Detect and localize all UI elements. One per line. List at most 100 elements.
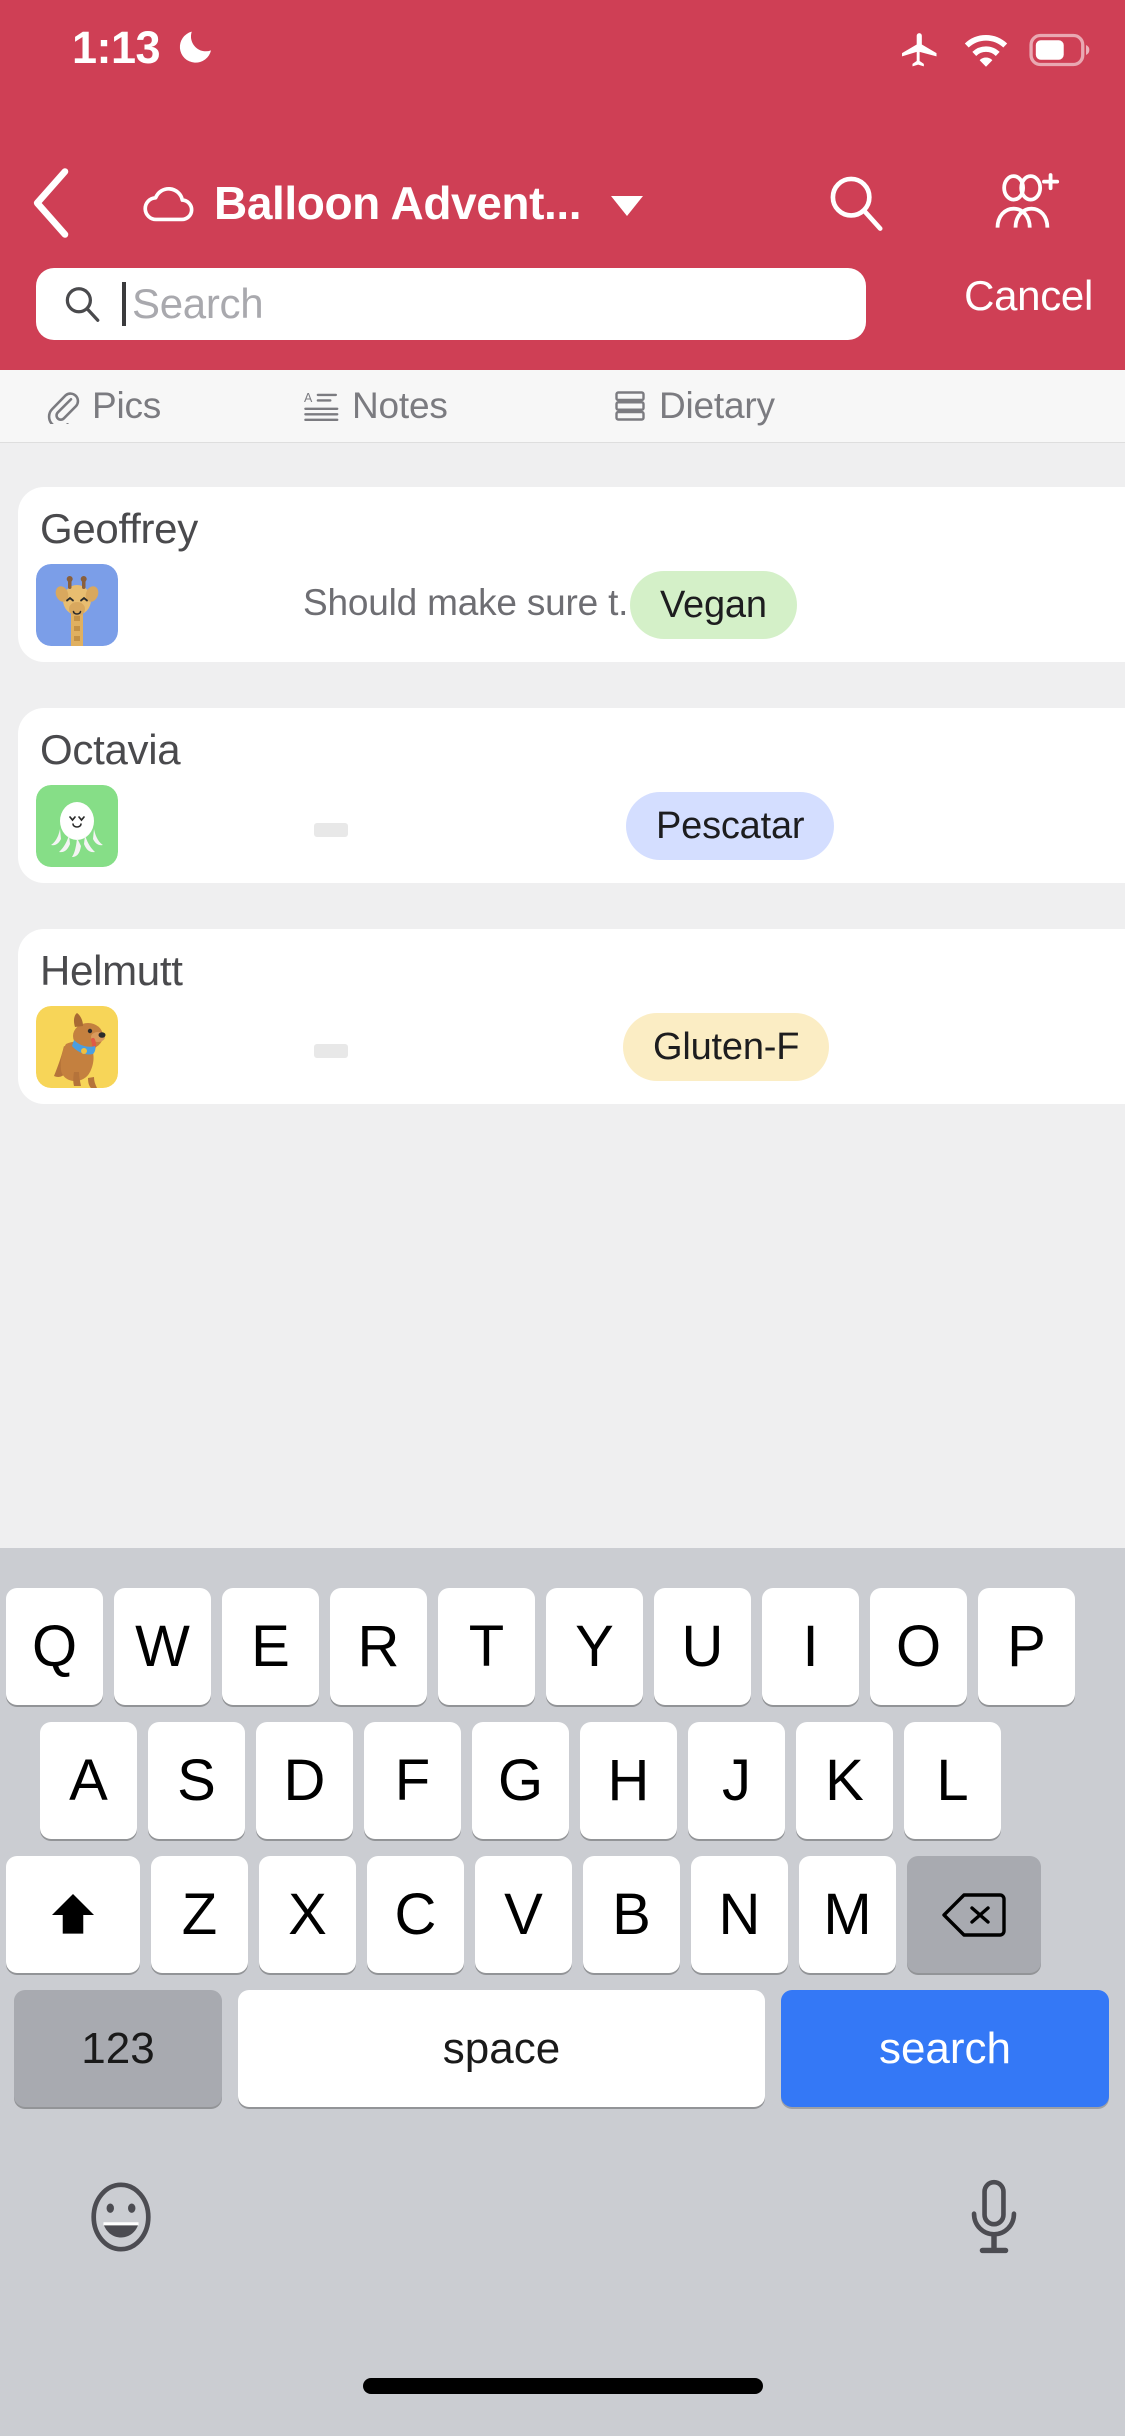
- shift-up-arrow-icon: [52, 1893, 94, 1934]
- status-badge: Pescatar: [626, 792, 835, 860]
- paperclip-icon: [47, 392, 80, 424]
- keyboard-row-1: Q W E R T Y U I O P: [6, 1588, 1125, 1705]
- airplane-mode-icon: [902, 33, 937, 67]
- app-screen: 1:13 Balloon Advent... Search Cancel Pic…: [0, 0, 1125, 2436]
- chevron-left-icon: [33, 168, 69, 238]
- search-bar-row: Search Cancel: [0, 268, 1125, 348]
- key-e[interactable]: E: [222, 1588, 319, 1705]
- group-title-button[interactable]: Balloon Advent...: [140, 165, 644, 241]
- guest-name: Helmutt: [40, 947, 183, 994]
- search-placeholder: Search: [132, 280, 264, 327]
- key-j[interactable]: J: [688, 1722, 785, 1839]
- svg-text:A: A: [304, 391, 313, 405]
- battery-icon: [1029, 33, 1090, 67]
- key-p[interactable]: P: [978, 1588, 1075, 1705]
- key-v[interactable]: V: [475, 1856, 572, 1973]
- avatar: [36, 785, 118, 867]
- avatar: [36, 564, 118, 646]
- key-a[interactable]: A: [40, 1722, 137, 1839]
- tab-dietary[interactable]: Dietary: [613, 385, 775, 427]
- tab-label: Pics: [92, 385, 162, 426]
- key-y[interactable]: Y: [546, 1588, 643, 1705]
- tab-label: Notes: [352, 385, 448, 426]
- key-w[interactable]: W: [114, 1588, 211, 1705]
- octopus-avatar: [36, 785, 118, 867]
- tab-label: Dietary: [659, 385, 775, 426]
- search-icon: [830, 176, 883, 231]
- status-badge: Vegan: [630, 571, 797, 639]
- cancel-button[interactable]: Cancel: [964, 272, 1093, 320]
- key-q[interactable]: Q: [6, 1588, 103, 1705]
- avatar: [36, 1006, 118, 1088]
- giraffe-avatar: [36, 564, 118, 646]
- emoji-smiley-icon: [91, 2182, 151, 2252]
- text-lines-icon: A: [304, 391, 339, 422]
- guest-name: Octavia: [40, 726, 181, 773]
- key-i[interactable]: I: [762, 1588, 859, 1705]
- dog-avatar: [36, 1006, 118, 1088]
- search-input[interactable]: Search: [36, 268, 866, 340]
- key-d[interactable]: D: [256, 1722, 353, 1839]
- guest-note: Should make sure t...: [303, 582, 649, 623]
- shift-key[interactable]: [6, 1856, 140, 1973]
- numbers-key[interactable]: 123: [14, 1990, 222, 2107]
- table-row[interactable]: Helmutt Gluten-F: [18, 929, 1125, 1104]
- status-bar-indicators: [897, 28, 1091, 72]
- keyboard-bottom-bar: [0, 2158, 1125, 2328]
- table-row[interactable]: Geoffrey Should make sure t... Vegan: [18, 487, 1125, 662]
- keyboard-row-2: A S D F G H J K L: [40, 1722, 1125, 1839]
- key-s[interactable]: S: [148, 1722, 245, 1839]
- search-icon: [65, 287, 100, 322]
- key-h[interactable]: H: [580, 1722, 677, 1839]
- chevron-down-icon: [611, 196, 644, 216]
- microphone-icon: [971, 2179, 1017, 2254]
- key-b[interactable]: B: [583, 1856, 680, 1973]
- microphone-button[interactable]: [961, 2178, 1027, 2267]
- key-z[interactable]: Z: [151, 1856, 248, 1973]
- delete-key[interactable]: [907, 1856, 1041, 1973]
- key-u[interactable]: U: [654, 1588, 751, 1705]
- add-people-button[interactable]: [975, 163, 1075, 243]
- search-key[interactable]: search: [781, 1990, 1109, 2107]
- back-button[interactable]: [12, 163, 92, 243]
- stacked-rows-icon: [615, 391, 645, 421]
- on-screen-keyboard: Q W E R T Y U I O P A S D F G H J K L Z …: [0, 1548, 1125, 2436]
- home-indicator: [362, 2378, 763, 2394]
- app-header: 1:13 Balloon Advent... Search Cancel: [0, 0, 1125, 370]
- key-t[interactable]: T: [438, 1588, 535, 1705]
- key-l[interactable]: L: [904, 1722, 1001, 1839]
- key-x[interactable]: X: [259, 1856, 356, 1973]
- text-cursor: [122, 282, 126, 326]
- search-button[interactable]: [810, 163, 900, 243]
- key-r[interactable]: R: [330, 1588, 427, 1705]
- tab-notes[interactable]: A Notes: [304, 385, 448, 427]
- keyboard-row-3: Z X C V B N M: [6, 1856, 1125, 1973]
- status-badge: Gluten-F: [623, 1013, 830, 1081]
- navigation-bar: Balloon Advent...: [0, 155, 1125, 250]
- key-f[interactable]: F: [364, 1722, 461, 1839]
- key-c[interactable]: C: [367, 1856, 464, 1973]
- delete-backspace-icon: [942, 1892, 1006, 1937]
- key-m[interactable]: M: [799, 1856, 896, 1973]
- add-people-icon: [995, 173, 1060, 228]
- key-o[interactable]: O: [870, 1588, 967, 1705]
- guest-name: Geoffrey: [40, 505, 198, 552]
- status-bar-time: 1:13: [72, 22, 161, 73]
- tab-pics[interactable]: Pics: [44, 385, 161, 427]
- table-row[interactable]: Octavia Pescatar: [18, 708, 1125, 883]
- keyboard-row-4: 123 space search: [14, 1990, 1125, 2107]
- tab-bar: Pics A Notes Dietary: [0, 370, 1125, 443]
- guest-list: Geoffrey Should make sure t... Vegan Oct…: [0, 443, 1125, 1548]
- emoji-button[interactable]: [82, 2178, 160, 2261]
- space-key[interactable]: space: [238, 1990, 765, 2107]
- guest-note-empty: [314, 823, 348, 837]
- wifi-icon: [964, 34, 1008, 67]
- key-k[interactable]: K: [796, 1722, 893, 1839]
- page-title: Balloon Advent...: [214, 177, 582, 229]
- moon-icon: [179, 31, 211, 63]
- guest-note-empty: [314, 1044, 348, 1058]
- key-g[interactable]: G: [472, 1722, 569, 1839]
- key-n[interactable]: N: [691, 1856, 788, 1973]
- cloud-icon: [143, 187, 194, 222]
- status-bar: 1:13: [0, 0, 1125, 100]
